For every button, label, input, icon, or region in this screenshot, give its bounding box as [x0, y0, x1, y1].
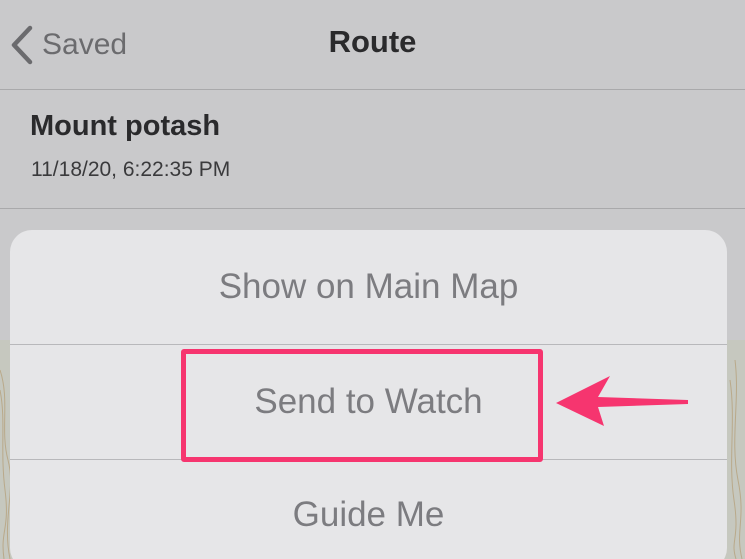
guide-me-button[interactable]: Guide Me: [10, 460, 727, 559]
navigation-bar: Saved Route: [0, 0, 745, 90]
route-name: Mount potash: [30, 110, 221, 142]
highlight-annotation: [181, 349, 543, 462]
route-date: 11/18/20, 6:22:35 PM: [31, 158, 231, 181]
arrow-left-icon: [548, 370, 694, 435]
show-on-main-map-button[interactable]: Show on Main Map: [10, 230, 727, 344]
route-screen: Saved Route Mount potash 11/18/20, 6:22:…: [0, 0, 745, 559]
page-title: Route: [328, 24, 417, 59]
route-info: Mount potash 11/18/20, 6:22:35 PM: [0, 90, 745, 209]
